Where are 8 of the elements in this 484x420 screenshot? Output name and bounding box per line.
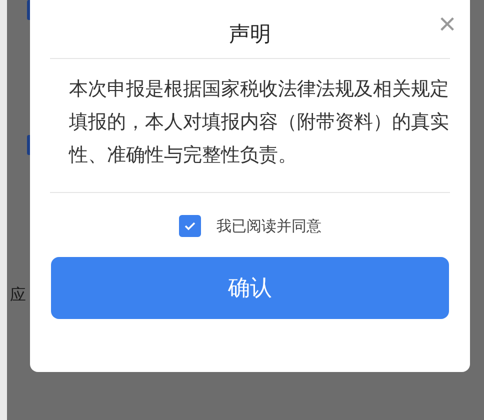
close-button[interactable]: × (438, 10, 456, 40)
agree-checkbox[interactable] (178, 215, 200, 237)
confirm-button[interactable]: 确认 (51, 257, 449, 319)
background-label: 应 (10, 285, 26, 306)
dialog-title: 声明 (229, 21, 271, 48)
checkmark-icon (184, 221, 196, 231)
agree-label: 我已阅读并同意 (216, 216, 322, 236)
statement-text: 本次申报是根据国家税收法律法规及相关规定填报的，本人对填报内容（附带资料）的真实性、准确性与完整性负责。 (68, 77, 450, 168)
